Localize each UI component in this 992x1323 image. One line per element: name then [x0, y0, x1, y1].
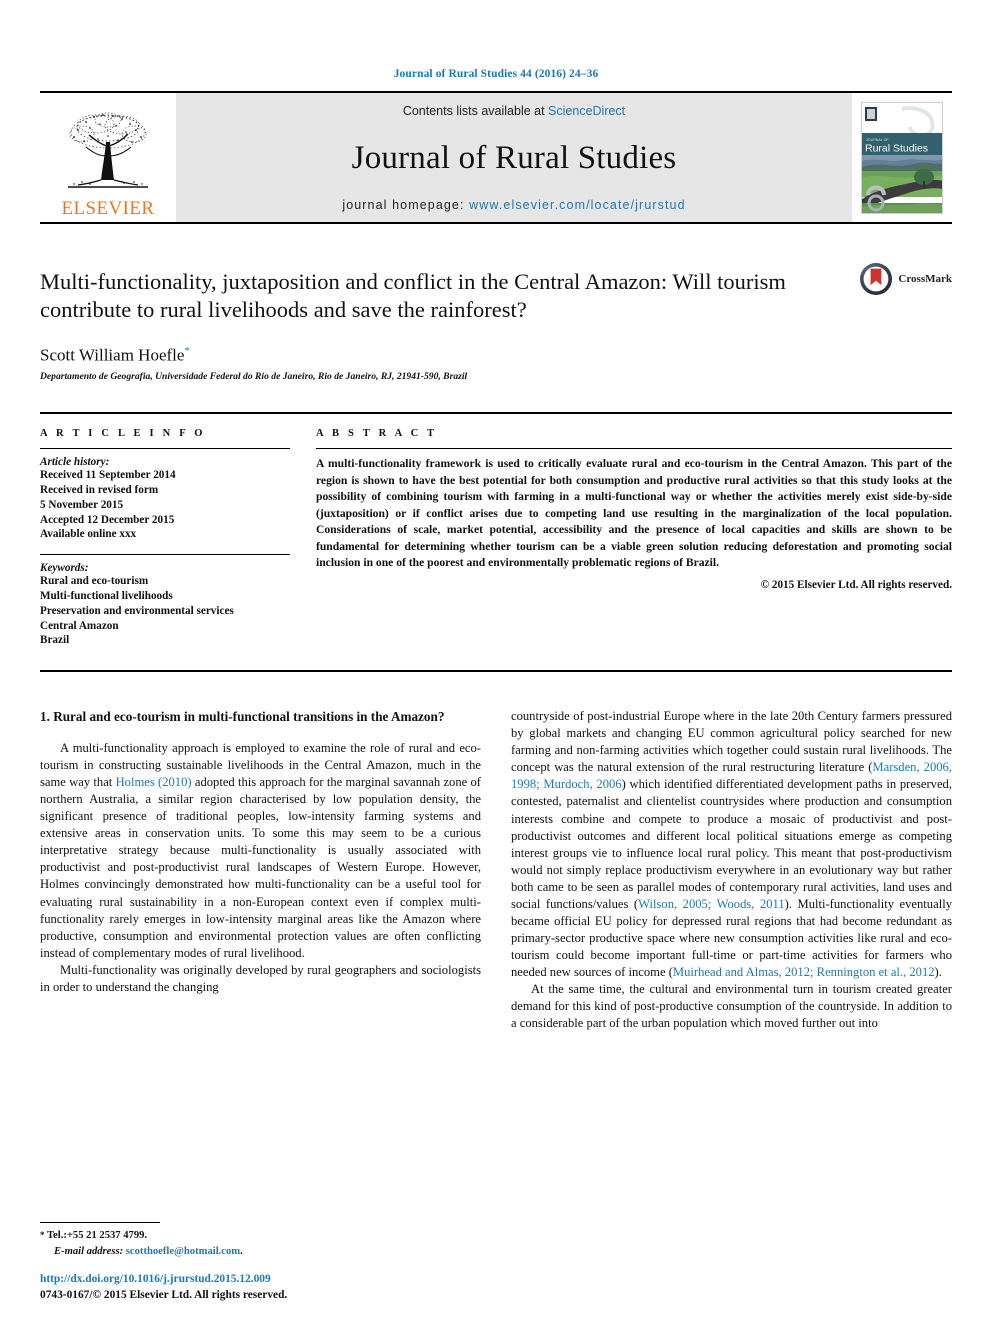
cover-illustration-icon: JOURNAL OF Rural Studies: [862, 102, 942, 213]
contents-prefix: Contents lists available at: [402, 104, 549, 118]
abstract-column: A B S T R A C T A multi-functionality fr…: [316, 428, 952, 648]
abstract-copyright: © 2015 Elsevier Ltd. All rights reserved…: [760, 578, 952, 591]
footnote-tel: * Tel.:+55 21 2537 4799.: [40, 1228, 485, 1243]
journal-cover-thumbnail[interactable]: JOURNAL OF Rural Studies: [852, 93, 952, 222]
elsevier-logo: ELSEVIER: [40, 93, 176, 222]
affiliation: Departamento de Geografia, Universidade …: [40, 371, 468, 383]
sciencedirect-link[interactable]: ScienceDirect: [548, 104, 625, 118]
journal-title: Journal of Rural Studies: [351, 139, 677, 176]
crossmark-label: CrossMark: [898, 273, 952, 285]
footnote-block: * Tel.:+55 21 2537 4799. E-mail address:…: [40, 1222, 485, 1259]
paragraph-text: ) which identified differentiated develo…: [511, 777, 952, 911]
author-footnote-marker[interactable]: *: [184, 345, 190, 357]
info-rule: [40, 448, 290, 450]
footnote-email-label: E-mail address:: [54, 1245, 124, 1257]
svg-text:JOURNAL OF: JOURNAL OF: [866, 138, 889, 142]
title-block: CrossMark Multi-functionality, juxtaposi…: [40, 263, 952, 383]
footnote-rule: [40, 1222, 160, 1224]
author-name: Scott William Hoefle: [40, 345, 185, 365]
body-columns: 1. Rural and eco-tourism in multi-functi…: [40, 708, 952, 1032]
crossmark-badge[interactable]: CrossMark: [859, 262, 952, 296]
running-head: Journal of Rural Studies 44 (2016) 24–36: [393, 68, 599, 80]
contents-list-line: Contents lists available at ScienceDirec…: [403, 104, 625, 118]
paragraph-text: adopted this approach for the marginal s…: [40, 775, 481, 960]
paragraph-left-1: A multi-functionality approach is employ…: [40, 740, 481, 962]
crossmark-icon: [860, 263, 893, 295]
section-heading-1: 1. Rural and eco-tourism in multi-functi…: [40, 709, 445, 725]
keywords-rule: [40, 554, 290, 556]
keyword-item: Rural and eco-tourism: [40, 575, 149, 588]
body-column-right: countryside of post-industrial Europe wh…: [511, 708, 952, 1032]
article-info-column: A R T I C L E I N F O Article history: R…: [40, 428, 290, 648]
article-info-heading: A R T I C L E I N F O: [40, 428, 206, 440]
keyword-item: Brazil: [40, 634, 70, 647]
journal-banner: Contents lists available at ScienceDirec…: [176, 93, 852, 222]
article-info-abstract-box: A R T I C L E I N F O Article history: R…: [40, 412, 952, 673]
elsevier-wordmark: ELSEVIER: [61, 198, 155, 219]
elsevier-tree-icon: [68, 112, 148, 188]
doi-footer: http://dx.doi.org/10.1016/j.jrurstud.201…: [40, 1272, 500, 1303]
paragraph-right-1: countryside of post-industrial Europe wh…: [511, 708, 952, 981]
abstract-text: A multi-functionality framework is used …: [316, 457, 952, 570]
history-item: Accepted 12 December 2015: [40, 513, 175, 526]
keyword-item: Preservation and environmental services: [40, 604, 234, 617]
abstract-heading: A B S T R A C T: [316, 428, 438, 440]
journal-homepage-line: journal homepage: www.elsevier.com/locat…: [342, 198, 685, 212]
issn-copyright-line: 0743-0167/© 2015 Elsevier Ltd. All right…: [40, 1288, 288, 1301]
history-item: 5 November 2015: [40, 498, 124, 511]
history-item: Received in revised form: [40, 484, 159, 497]
keyword-item: Central Amazon: [40, 619, 119, 632]
article-history-label: Article history:: [40, 456, 110, 469]
footnote-email-link[interactable]: scotthoefle@hotmail.com: [126, 1246, 240, 1257]
citation-link-muirhead-rennington[interactable]: Muirhead and Almas, 2012; Rennington et …: [673, 965, 935, 979]
page-title: Multi-functionality, juxtaposition and c…: [40, 269, 786, 323]
paragraph-left-2: Multi-functionality was originally devel…: [40, 962, 481, 994]
author-list: Scott William Hoefle*: [40, 345, 952, 366]
doi-link[interactable]: http://dx.doi.org/10.1016/j.jrurstud.201…: [40, 1272, 500, 1287]
paragraph-right-2: At the same time, the cultural and envir…: [511, 982, 952, 1031]
citation-link-wilson-woods[interactable]: Wilson, 2005; Woods, 2011: [638, 897, 785, 911]
abstract-rule: [316, 448, 952, 450]
paragraph-text: ).: [934, 965, 942, 980]
cover-art: JOURNAL OF Rural Studies: [861, 101, 943, 214]
footnote-tel-text: Tel.:+55 21 2537 4799.: [46, 1230, 148, 1242]
svg-text:Rural Studies: Rural Studies: [865, 142, 928, 154]
homepage-prefix: journal homepage:: [342, 198, 470, 212]
footnote-email-suffix: .: [240, 1245, 243, 1257]
keyword-item: Multi-functional livelihoods: [40, 590, 173, 603]
citation-link-holmes[interactable]: Holmes (2010): [116, 775, 192, 789]
history-item: Available online xxx: [40, 528, 137, 541]
footnote-marker: *: [40, 1230, 45, 1241]
paper-page: Journal of Rural Studies 44 (2016) 24–36: [0, 0, 992, 1323]
journal-masthead: ELSEVIER Contents lists available at Sci…: [40, 91, 952, 224]
keywords-label: Keywords:: [40, 562, 89, 575]
history-item: Received 11 September 2014: [40, 469, 176, 482]
body-column-left: 1. Rural and eco-tourism in multi-functi…: [40, 708, 481, 1032]
footnote-email: E-mail address: scotthoefle@hotmail.com.: [40, 1244, 485, 1259]
homepage-url-link[interactable]: www.elsevier.com/locate/jrurstud: [469, 198, 686, 212]
